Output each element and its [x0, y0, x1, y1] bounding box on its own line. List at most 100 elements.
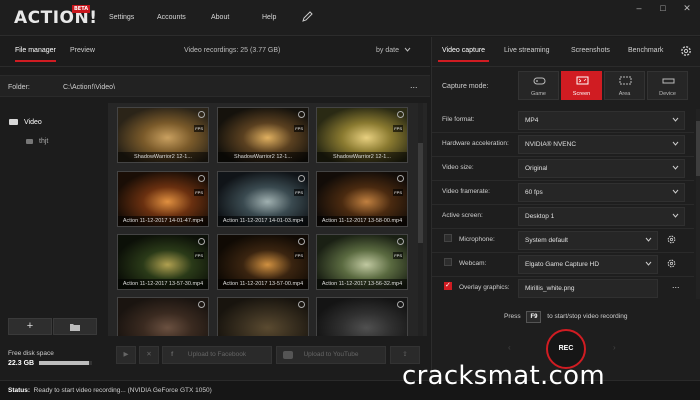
fps-badge: FPS: [194, 252, 204, 259]
title-bar: ACTION! BETA Settings Accounts About Hel…: [0, 0, 700, 36]
add-folder-button[interactable]: +: [8, 318, 52, 335]
webcam-checkbox[interactable]: [444, 258, 452, 266]
pen-icon[interactable]: [301, 11, 313, 23]
grid-scrollbar[interactable]: [418, 103, 423, 336]
fps-badge: FPS: [393, 252, 403, 259]
delete-button[interactable]: ✕: [139, 346, 159, 364]
setting-label: File format:: [442, 116, 475, 123]
webcam-select[interactable]: Elgato Game Capture HD: [518, 255, 658, 274]
thumbnail-caption: ShadowWarrior2 12-1...: [317, 152, 407, 162]
disk-bar-fill: [39, 361, 90, 365]
menu-accounts[interactable]: Accounts: [157, 14, 186, 21]
video-thumbnail[interactable]: FPS Action 11-12-2017 13-58-00.mp4: [316, 171, 408, 227]
divider: [432, 204, 694, 205]
setting-file-format: File format: MP4: [432, 110, 694, 130]
disk-label: Free disk space: [8, 350, 54, 357]
upload-youtube-button[interactable]: Upload to YouTube: [276, 346, 386, 364]
folder-path[interactable]: C:\Action!\Video\: [63, 84, 115, 91]
folder-tree: Video thjt: [0, 107, 107, 312]
minimize-icon[interactable]: –: [632, 3, 646, 14]
microphone-checkbox[interactable]: [444, 234, 452, 242]
select-circle-icon[interactable]: [198, 301, 205, 308]
right-tabs: Video capture Live streaming Screenshots…: [432, 37, 700, 67]
video-thumbnail[interactable]: [217, 297, 309, 336]
video-thumbnail[interactable]: FPS ShadowWarrior2 12-1...: [316, 107, 408, 163]
video-thumbnail[interactable]: FPS Action 11-12-2017 13-57-00.mp4: [217, 234, 309, 290]
thumbnail-caption: ShadowWarrior2 12-1...: [118, 152, 208, 162]
open-folder-button[interactable]: [53, 318, 97, 335]
active-screen-select[interactable]: Desktop 1: [518, 207, 685, 226]
microphone-select[interactable]: System default: [518, 231, 658, 250]
folder-browse-button[interactable]: ...: [410, 80, 418, 90]
menu-help[interactable]: Help: [262, 14, 276, 21]
play-button[interactable]: ▶: [116, 346, 136, 364]
menu-about[interactable]: About: [211, 14, 229, 21]
select-circle-icon[interactable]: [298, 175, 305, 182]
tab-video-capture[interactable]: Video capture: [437, 47, 490, 62]
overlay-select[interactable]: Mirillis_white.png: [518, 279, 658, 298]
select-circle-icon[interactable]: [198, 238, 205, 245]
tab-file-manager[interactable]: File manager: [15, 47, 56, 62]
disk-bar: [39, 361, 92, 365]
upload-facebook-button[interactable]: f Upload to Facebook: [162, 346, 272, 364]
tab-benchmark[interactable]: Benchmark: [628, 47, 663, 54]
close-icon[interactable]: ✕: [680, 3, 694, 14]
divider: [432, 132, 694, 133]
hw-accel-select[interactable]: NVIDIA® NVENC: [518, 135, 685, 154]
framerate-select[interactable]: 60 fps: [518, 183, 685, 202]
disk-space: Free disk space 22.3 GB: [8, 350, 92, 367]
capture-settings-panel: Video capture Live streaming Screenshots…: [431, 37, 700, 380]
tab-preview[interactable]: Preview: [70, 47, 95, 54]
video-thumbnail[interactable]: [117, 297, 209, 336]
gear-icon[interactable]: [679, 44, 693, 58]
menu-settings[interactable]: Settings: [109, 14, 134, 21]
mode-area[interactable]: Area: [604, 71, 645, 100]
mode-game[interactable]: Game: [518, 71, 559, 100]
select-circle-icon[interactable]: [397, 111, 404, 118]
screen-icon: [576, 76, 589, 85]
maximize-icon[interactable]: □: [656, 3, 670, 14]
tree-item-video[interactable]: Video: [9, 119, 42, 126]
select-circle-icon[interactable]: [397, 238, 404, 245]
video-thumbnail[interactable]: [316, 297, 408, 336]
video-thumbnail[interactable]: FPS Action 11-12-2017 14-01-03.mp4: [217, 171, 309, 227]
video-thumbnail[interactable]: FPS ShadowWarrior2 12-1...: [117, 107, 209, 163]
select-circle-icon[interactable]: [198, 175, 205, 182]
select-value: Original: [525, 165, 548, 172]
select-circle-icon[interactable]: [298, 111, 305, 118]
settings-scrollbar[interactable]: [696, 109, 700, 299]
video-thumbnail[interactable]: FPS Action 11-12-2017 13-56-32.mp4: [316, 234, 408, 290]
video-thumbnail[interactable]: FPS ShadowWarrior2 12-1...: [217, 107, 309, 163]
microphone-settings-gear-icon[interactable]: [666, 234, 677, 245]
scrollbar-knob[interactable]: [418, 143, 423, 243]
overlay-checkbox[interactable]: [444, 281, 452, 290]
mode-screen[interactable]: Screen: [561, 71, 602, 100]
video-thumbnail[interactable]: FPS Action 11-12-2017 14-01-47.mp4: [117, 171, 209, 227]
overlay-browse-button[interactable]: ...: [672, 280, 680, 290]
tab-live-streaming[interactable]: Live streaming: [504, 47, 550, 54]
select-circle-icon[interactable]: [198, 111, 205, 118]
select-circle-icon[interactable]: [298, 301, 305, 308]
video-size-select[interactable]: Original: [518, 159, 685, 178]
gamepad-icon: [533, 77, 546, 85]
select-circle-icon[interactable]: [397, 175, 404, 182]
file-format-select[interactable]: MP4: [518, 111, 685, 130]
tree-item-thjt[interactable]: thjt: [26, 138, 48, 145]
status-label: Status:: [8, 387, 31, 394]
chevron-down-icon: [404, 47, 411, 52]
fps-badge: FPS: [393, 189, 403, 196]
tab-screenshots[interactable]: Screenshots: [571, 47, 610, 54]
sort-dropdown[interactable]: by date: [376, 47, 411, 54]
select-circle-icon[interactable]: [397, 301, 404, 308]
mode-device[interactable]: Device: [647, 71, 688, 100]
status-line: Status: Ready to start video recording..…: [8, 387, 212, 394]
thumbnail-caption: Action 11-12-2017 14-01-47.mp4: [118, 216, 208, 226]
youtube-label: Upload to YouTube: [303, 351, 359, 358]
scrollbar-knob[interactable]: [696, 121, 700, 176]
webcam-settings-gear-icon[interactable]: [666, 258, 677, 269]
chevron-down-icon: [672, 213, 679, 218]
hotkey-key: F9: [526, 311, 542, 323]
setting-label: Microphone:: [459, 236, 495, 243]
video-thumbnail[interactable]: FPS Action 11-12-2017 13-57-30.mp4: [117, 234, 209, 290]
select-circle-icon[interactable]: [298, 238, 305, 245]
